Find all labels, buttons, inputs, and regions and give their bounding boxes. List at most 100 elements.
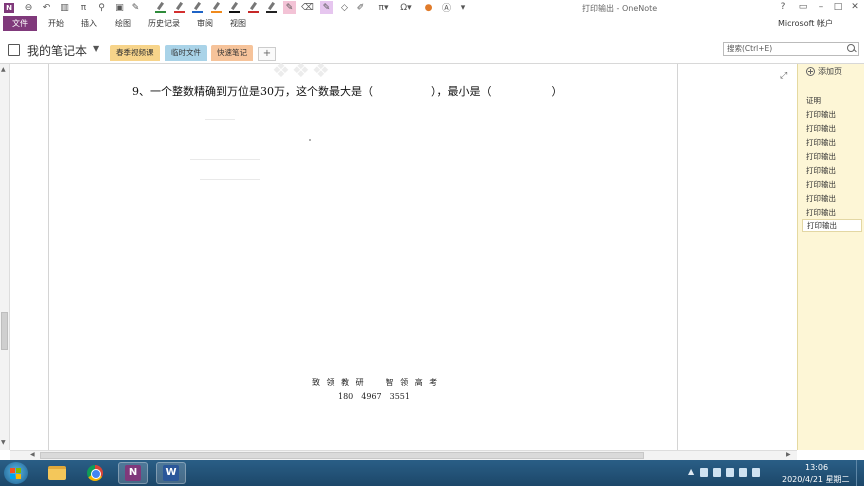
clock-time[interactable]: 13:06: [805, 463, 828, 472]
eraser-icon[interactable]: ⌫: [301, 1, 314, 14]
pink-highlighter-icon[interactable]: ✎: [283, 1, 296, 14]
page-item[interactable]: 打印输出: [806, 123, 836, 134]
notebook-name[interactable]: 我的笔记本: [27, 42, 87, 59]
flag-icon[interactable]: [713, 468, 721, 477]
help-button[interactable]: ?: [776, 1, 790, 14]
clock-date[interactable]: 2020/4/21 星期二: [782, 474, 850, 485]
chrome-icon: [87, 465, 103, 481]
onenote-app-icon: N: [3, 1, 15, 14]
eraser-tool-icon[interactable]: ◇: [338, 1, 351, 14]
question-part-1: 9、一个整数精确到万位是30万，这个数最大是（: [132, 85, 373, 98]
add-page-button[interactable]: 添加页: [806, 66, 842, 77]
symbol-menu-icon[interactable]: Ω ▾: [398, 1, 414, 14]
tab-draw[interactable]: 绘图: [115, 16, 131, 31]
vertical-scrollbar[interactable]: ▲ ▼: [0, 64, 10, 450]
page-item[interactable]: 打印输出: [806, 179, 836, 190]
omega-symbol: Ω: [400, 2, 408, 13]
scroll-right-icon[interactable]: ▶: [786, 451, 791, 458]
equation-icon[interactable]: π: [77, 1, 90, 14]
thin-black-pen-icon[interactable]: [266, 2, 277, 13]
blue-pen-icon[interactable]: [192, 2, 203, 13]
page-item[interactable]: 打印输出: [806, 151, 836, 162]
equation-menu-icon[interactable]: π ▾: [376, 1, 391, 14]
ribbon-display-icon[interactable]: ▭: [796, 1, 810, 14]
pi-symbol: π: [378, 2, 384, 13]
customize-qat-icon[interactable]: ▾: [458, 1, 468, 14]
taskbar-onenote[interactable]: N: [118, 462, 148, 484]
undo-icon[interactable]: ↶: [40, 1, 53, 14]
tab-insert[interactable]: 插入: [81, 16, 97, 31]
pages-panel: 添加页 证明 打印输出 打印输出 打印输出 打印输出 打印输出 打印输出 打印输…: [797, 64, 864, 450]
section-tab-quick-notes[interactable]: 快速笔记: [211, 45, 253, 61]
black-pen-icon[interactable]: [229, 2, 240, 13]
page-item[interactable]: 打印输出: [806, 207, 836, 218]
show-desktop-button[interactable]: [856, 460, 864, 486]
page-item[interactable]: 打印输出: [806, 165, 836, 176]
red-pen-icon[interactable]: [174, 2, 185, 13]
scroll-thumb[interactable]: [1, 312, 8, 350]
horizontal-scroll-thumb[interactable]: [40, 452, 644, 459]
search-input[interactable]: 搜索(Ctrl+E): [723, 42, 859, 56]
title-bar: N ⊖ ↶ ▥ π ⚲ ▣ ✎ ✎ ⌫ ✎ ◇ ✐ π ▾ Ω ▾ ● Ⓐ ▾ 打印…: [0, 0, 864, 16]
taskbar-file-explorer[interactable]: [42, 462, 72, 484]
network-icon[interactable]: [700, 468, 708, 477]
question-text[interactable]: 9、一个整数精确到万位是30万，这个数最大是（ ），最小是（ ）: [132, 83, 563, 99]
page-item[interactable]: 证明: [806, 95, 821, 106]
ink-to-text-icon[interactable]: Ⓐ: [440, 1, 453, 14]
page-margin-right: [677, 64, 678, 450]
page-item[interactable]: 打印输出: [806, 137, 836, 148]
footer-phone: 180 4967 3551: [338, 392, 410, 401]
dark-red-pen-icon[interactable]: [248, 2, 259, 13]
start-button[interactable]: [4, 462, 28, 484]
account-link[interactable]: Microsoft 帐户: [778, 16, 833, 31]
ink-dot: [309, 139, 311, 141]
tab-review[interactable]: 审阅: [197, 16, 213, 31]
scroll-left-icon[interactable]: ◀: [30, 451, 35, 458]
taskbar-chrome[interactable]: [80, 462, 110, 484]
tray-expand-icon[interactable]: ▲: [688, 467, 694, 476]
search-icon[interactable]: [847, 44, 857, 54]
notebook-icon: [8, 44, 20, 56]
minimize-button[interactable]: –: [814, 1, 828, 14]
ink-to-shape-icon[interactable]: ⚲: [95, 1, 108, 14]
horizontal-scrollbar[interactable]: ◀ ▶: [10, 450, 797, 460]
page-item-active[interactable]: 打印输出: [802, 219, 862, 232]
faint-mark: [200, 179, 260, 180]
maximize-button[interactable]: □: [831, 1, 845, 14]
page-canvas[interactable]: ❖❖❖ ⤢ 9、一个整数精确到万位是30万，这个数最大是（ ），最小是（ ） 致 领…: [10, 58, 797, 450]
tab-home[interactable]: 开始: [48, 16, 64, 31]
section-tab-temp-files[interactable]: 临时文件: [165, 45, 207, 61]
question-part-2: ），最小是（: [431, 85, 492, 98]
plus-circle-icon: [806, 67, 815, 76]
dock-icon[interactable]: ▥: [58, 1, 71, 14]
section-tab-spring-video[interactable]: 春季视频课: [110, 45, 160, 61]
purple-highlighter-icon[interactable]: ✎: [320, 1, 333, 14]
tab-history[interactable]: 历史记录: [148, 16, 180, 31]
back-icon[interactable]: ⊖: [22, 1, 35, 14]
question-part-3: ）: [551, 85, 563, 98]
orange-pen-icon[interactable]: [211, 2, 222, 13]
chevron-down-icon[interactable]: ▼: [93, 44, 99, 53]
scroll-down-icon[interactable]: ▼: [1, 439, 6, 446]
color-wheel-icon[interactable]: ●: [422, 1, 435, 14]
expand-page-icon[interactable]: ⤢: [780, 71, 787, 81]
faint-mark: [205, 119, 235, 120]
notebook-nav: 我的笔记本 ▼ 春季视频课 临时文件 快速笔记 + 搜索(Ctrl+E): [0, 31, 864, 64]
window-title: 打印输出 - OneNote: [582, 4, 658, 13]
lasso-icon[interactable]: ✐: [354, 1, 367, 14]
tab-view[interactable]: 视图: [230, 16, 246, 31]
display-icon[interactable]: [726, 468, 734, 477]
volume-icon[interactable]: [752, 468, 760, 477]
page-item[interactable]: 打印输出: [806, 109, 836, 120]
close-button[interactable]: ✕: [848, 1, 862, 14]
scroll-up-icon[interactable]: ▲: [1, 66, 6, 73]
signal-icon[interactable]: [739, 468, 747, 477]
add-page-label: 添加页: [818, 67, 842, 76]
page-item[interactable]: 打印输出: [806, 193, 836, 204]
faint-mark: [190, 159, 260, 160]
green-pen-icon[interactable]: [155, 2, 166, 13]
tab-file[interactable]: 文件: [3, 16, 37, 31]
highlighter-menu-icon[interactable]: ✎: [129, 1, 142, 14]
insert-image-icon[interactable]: ▣: [113, 1, 126, 14]
taskbar-word[interactable]: W: [156, 462, 186, 484]
